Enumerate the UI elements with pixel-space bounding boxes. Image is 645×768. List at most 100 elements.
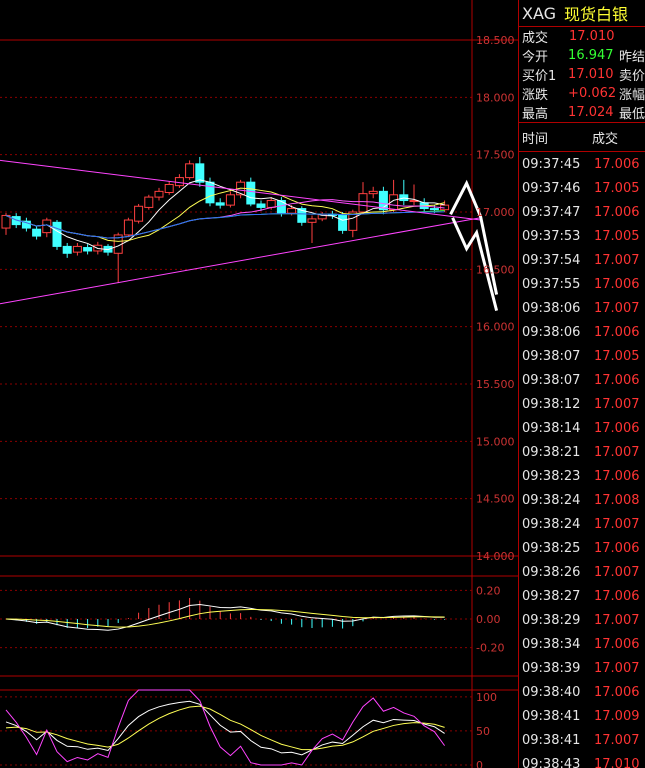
tick-price: 17.005 [594, 228, 640, 244]
tick-time: 09:38:06 [522, 324, 581, 340]
tick-row[interactable]: 09:38:21 17.007 [519, 440, 645, 464]
tick-row[interactable]: 09:38:25 17.006 [519, 536, 645, 560]
tick-time: 09:38:24 [522, 516, 581, 532]
tick-price: 17.007 [594, 396, 640, 412]
tick-row[interactable]: 09:38:34 17.006 [519, 632, 645, 656]
price-chart[interactable]: 18.500 18.000 17.500 17.000 16.500 16.000 15.5… [0, 0, 518, 768]
tick-row[interactable]: 09:38:14 17.006 [519, 416, 645, 440]
candle-down [429, 208, 439, 211]
candle-up [307, 218, 317, 223]
quote-row: 最高 17.024 最低 [519, 103, 645, 122]
macd-panel [5, 598, 446, 631]
candlestick-panel [0, 156, 499, 311]
tick-row[interactable]: 09:38:26 17.007 [519, 560, 645, 584]
tick-time: 09:38:07 [522, 348, 581, 364]
tick-time: 09:38:27 [522, 588, 581, 604]
tick-price: 17.005 [594, 180, 640, 196]
candle-down [215, 202, 225, 206]
tick-price: 17.006 [594, 636, 640, 652]
tick-row[interactable]: 09:38:12 17.007 [519, 392, 645, 416]
candle-up [225, 194, 235, 206]
ma-line [5, 187, 445, 242]
ma-line [5, 179, 445, 251]
tick-row[interactable]: 09:38:41 17.007 [519, 728, 645, 752]
candle-up [144, 196, 154, 208]
quote-label: 买价1 [522, 69, 557, 84]
tick-row[interactable]: 09:37:55 17.006 [519, 272, 645, 296]
tick-row[interactable]: 09:38:07 17.005 [519, 344, 645, 368]
quote-row: 涨跌 +0.062 涨幅 [519, 84, 645, 103]
tick-list[interactable]: 09:37:45 17.006 09:37:46 17.005 09:37:47 17.0… [519, 152, 645, 768]
tick-time: 09:38:40 [522, 684, 581, 700]
candle-down [52, 221, 62, 247]
candle-up [123, 219, 133, 236]
tick-row[interactable]: 09:37:46 17.005 [519, 176, 645, 200]
tick-price: 17.006 [594, 540, 640, 556]
tick-time: 09:38:12 [522, 396, 581, 412]
candle-down [246, 181, 256, 205]
tick-price: 17.006 [594, 372, 640, 388]
kdj-panel [5, 689, 446, 766]
candle-up [185, 163, 195, 179]
tick-price: 17.006 [594, 684, 640, 700]
tick-row[interactable]: 09:38:29 17.007 [519, 608, 645, 632]
price-column-header: 成交 [592, 131, 619, 147]
price-axis-label: 18.500 [476, 34, 515, 47]
tick-time: 09:37:55 [522, 276, 581, 292]
tick-price: 17.006 [594, 324, 640, 340]
tick-row[interactable]: 09:37:53 17.005 [519, 224, 645, 248]
tick-price: 17.007 [594, 660, 640, 676]
tick-row[interactable]: 09:38:24 17.007 [519, 512, 645, 536]
tick-price: 17.006 [594, 588, 640, 604]
quote-label-secondary: 卖价 [618, 69, 645, 84]
tick-row[interactable]: 09:38:24 17.008 [519, 488, 645, 512]
quote-value: 16.947 [568, 48, 614, 63]
tick-time: 09:38:14 [522, 420, 581, 436]
tick-row[interactable]: 09:38:39 17.007 [519, 656, 645, 680]
tick-row[interactable]: 09:38:23 17.006 [519, 464, 645, 488]
tick-time: 09:37:53 [522, 228, 581, 244]
kdj-k-line [5, 700, 445, 756]
tick-time: 09:37:54 [522, 252, 581, 268]
tick-row[interactable]: 09:38:06 17.007 [519, 296, 645, 320]
tick-row[interactable]: 09:38:43 17.010 [519, 752, 645, 768]
tick-time: 09:38:41 [522, 732, 581, 748]
tick-time: 09:38:41 [522, 708, 581, 724]
tick-time: 09:38:24 [522, 492, 581, 508]
tick-time: 09:37:46 [522, 180, 581, 196]
kdj-axis-label: 0 [476, 759, 483, 768]
tick-row[interactable]: 09:38:27 17.006 [519, 584, 645, 608]
tick-row[interactable]: 09:38:41 17.009 [519, 704, 645, 728]
kdj-j-line [5, 689, 446, 766]
tick-row[interactable]: 09:38:40 17.006 [519, 680, 645, 704]
tick-price: 17.007 [594, 444, 640, 460]
tick-row[interactable]: 09:37:47 17.006 [519, 200, 645, 224]
quote-block: 成交 17.010 今开 16.947 昨结 买价1 17.010 卖价 涨跌 +0.062 涨幅最… [519, 27, 645, 122]
tick-row[interactable]: 09:38:07 17.006 [519, 368, 645, 392]
tick-row[interactable]: 09:37:45 17.006 [519, 152, 645, 176]
instrument-name: 现货白银 [564, 5, 629, 24]
time-column-header: 时间 [522, 131, 549, 147]
quote-label: 今开 [522, 50, 549, 65]
tick-row[interactable]: 09:38:06 17.006 [519, 320, 645, 344]
tick-time: 09:38:29 [522, 612, 581, 628]
tick-price: 17.006 [594, 276, 640, 292]
tick-price: 17.007 [594, 732, 640, 748]
quote-label-secondary: 最低 [618, 107, 645, 122]
quote-value: 17.010 [568, 67, 614, 82]
quote-value: 17.010 [569, 29, 615, 44]
tick-row[interactable]: 09:37:54 17.007 [519, 248, 645, 272]
price-axis-label: 18.000 [476, 91, 515, 104]
tick-time: 09:38:21 [522, 444, 581, 460]
tick-price: 17.006 [594, 468, 640, 484]
price-axis-label: 14.500 [476, 493, 515, 506]
kdj-d-line [5, 705, 445, 751]
macd-axis-label: 0.20 [476, 584, 501, 597]
price-axis-label: 17.000 [476, 206, 515, 219]
quote-value: +0.062 [568, 86, 617, 101]
macd-axis-label: -0.20 [476, 642, 504, 655]
quote-label: 涨跌 [522, 88, 549, 103]
symbol-code: XAG [522, 3, 557, 23]
candle-up [72, 245, 82, 253]
tick-price: 17.007 [594, 300, 640, 316]
